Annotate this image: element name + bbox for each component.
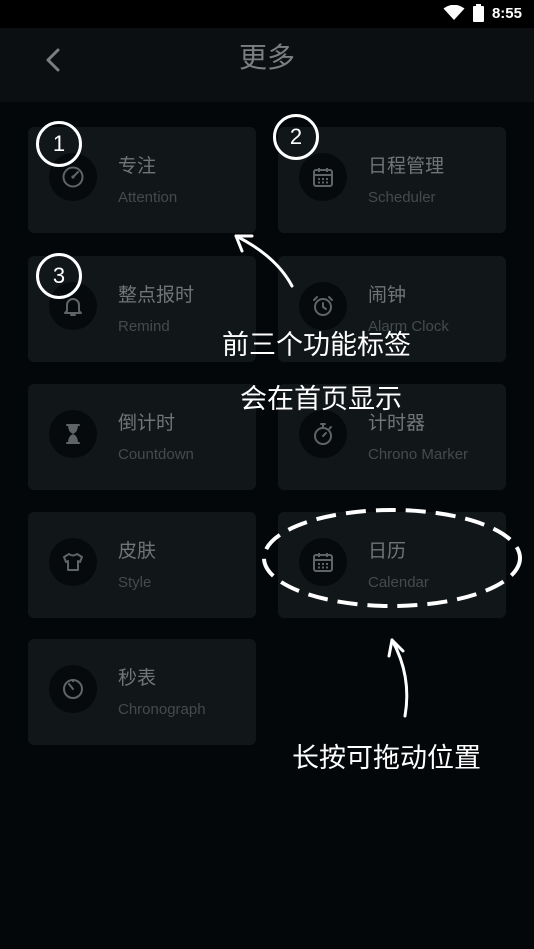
card-calendar[interactable]: 日历 Calendar bbox=[278, 512, 506, 618]
card-subtitle: Countdown bbox=[118, 446, 194, 463]
stopwatch-icon bbox=[314, 423, 332, 445]
card-title: 闹钟 bbox=[368, 284, 407, 306]
status-icons: 8:55 bbox=[443, 4, 522, 22]
gauge-icon bbox=[62, 166, 84, 188]
wifi-icon bbox=[443, 5, 465, 20]
card-icon-circle bbox=[299, 538, 347, 586]
battery-icon bbox=[472, 4, 484, 22]
card-icon-circle bbox=[49, 665, 97, 713]
card-style[interactable]: 皮肤 Style bbox=[28, 512, 256, 618]
card-icon-circle bbox=[299, 410, 347, 458]
timer-icon bbox=[63, 679, 83, 699]
card-countdown[interactable]: 倒计时 Countdown bbox=[28, 384, 256, 490]
card-title: 日程管理 bbox=[368, 155, 445, 177]
card-subtitle: Scheduler bbox=[368, 189, 436, 206]
annotation-long-press: 长按可拖动位置 bbox=[292, 743, 481, 774]
arrow-to-calendar bbox=[390, 638, 409, 718]
card-subtitle: Chrono Marker bbox=[368, 446, 469, 463]
card-icon-circle bbox=[49, 538, 97, 586]
calendar-icon bbox=[313, 168, 333, 187]
card-icon-circle bbox=[299, 153, 347, 201]
card-subtitle: Remind bbox=[118, 318, 170, 335]
alarm-clock-icon bbox=[313, 296, 333, 316]
card-title: 整点报时 bbox=[118, 284, 195, 306]
card-subtitle: Chronograph bbox=[118, 701, 206, 718]
hourglass-icon bbox=[66, 424, 80, 444]
card-subtitle: Style bbox=[118, 574, 152, 591]
card-subtitle: Attention bbox=[118, 189, 178, 206]
card-icon-circle bbox=[49, 410, 97, 458]
card-subtitle: Calendar bbox=[368, 574, 429, 591]
status-time: 8:55 bbox=[491, 4, 522, 22]
calendar-icon bbox=[313, 553, 333, 572]
marker-3: 3 bbox=[36, 253, 82, 299]
annotation-first-three-line1: 前三个功能标签 bbox=[222, 330, 411, 361]
card-title: 秒表 bbox=[118, 667, 157, 689]
marker-2: 2 bbox=[273, 114, 319, 160]
status-bar: 8:55 bbox=[0, 0, 534, 28]
card-chronograph[interactable]: 秒表 Chronograph bbox=[28, 639, 256, 745]
card-title: 专注 bbox=[118, 155, 157, 177]
annotation-first-three-line2: 会在首页显示 bbox=[240, 384, 402, 415]
card-title: 日历 bbox=[368, 540, 407, 562]
card-title: 皮肤 bbox=[118, 540, 157, 562]
card-title: 倒计时 bbox=[118, 412, 176, 434]
app-header: 更多 bbox=[0, 28, 534, 102]
page-title: 更多 bbox=[238, 41, 295, 74]
marker-1: 1 bbox=[36, 121, 82, 167]
shirt-icon bbox=[63, 553, 83, 571]
